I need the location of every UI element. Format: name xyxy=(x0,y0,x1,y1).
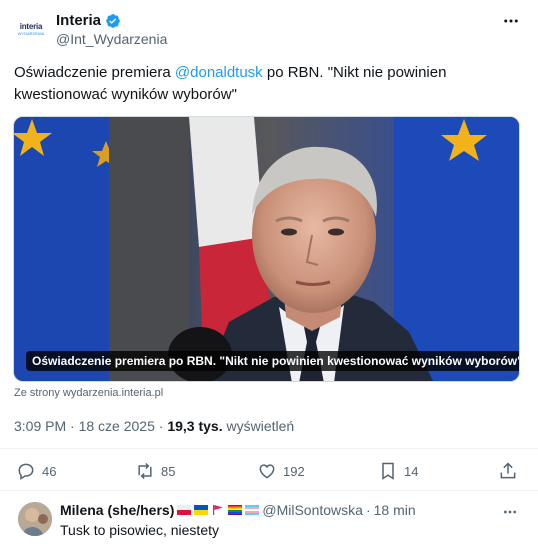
reply-avatar[interactable] xyxy=(18,502,52,536)
action-bar: 46 85 192 14 xyxy=(0,453,538,489)
reply-button[interactable]: 46 xyxy=(16,461,56,481)
bookmark-button[interactable]: 14 xyxy=(378,461,418,481)
ukraine-flag-icon xyxy=(194,505,209,515)
meta-separator: · xyxy=(154,418,168,434)
avatar-logo-subtext: WYDARZENIA xyxy=(17,30,45,36)
views-label: wyświetleń xyxy=(222,418,295,434)
like-count: 192 xyxy=(283,463,305,479)
reply-tweet[interactable]: Milena (she/hers) @MilSontowska · 18 min… xyxy=(0,494,538,544)
reply-count: 46 xyxy=(42,463,57,479)
reply-header: Milena (she/hers) @MilSontowska · 18 min xyxy=(60,502,416,518)
link-card-image[interactable]: Oświadczenie premiera po RBN. "Nikt nie … xyxy=(13,116,520,382)
meta-separator: · xyxy=(66,418,79,434)
more-options-icon[interactable] xyxy=(502,504,518,520)
tweet-text: Oświadczenie premiera @donaldtusk po RBN… xyxy=(14,62,514,106)
repost-icon xyxy=(138,462,152,480)
author-avatar[interactable]: interia WYDARZENIA xyxy=(12,10,50,48)
reply-author-name[interactable]: Milena (she/hers) xyxy=(60,502,174,518)
reply-text: Tusk to pisowiec, niestety xyxy=(60,522,219,538)
bookmark-icon xyxy=(382,462,394,480)
repost-button[interactable]: 85 xyxy=(135,461,175,481)
mention-link[interactable]: @donaldtusk xyxy=(175,64,263,81)
red-flag-icon xyxy=(213,505,224,515)
photo-illustration xyxy=(14,117,519,381)
share-button[interactable] xyxy=(498,461,518,481)
like-button[interactable]: 192 xyxy=(257,461,305,481)
author-name-row[interactable]: Interia xyxy=(56,12,121,29)
tweet-time[interactable]: 3:09 PM xyxy=(14,418,66,434)
transgender-flag-icon xyxy=(245,505,260,515)
reply-time[interactable]: 18 min xyxy=(374,502,416,518)
verified-badge-icon xyxy=(106,13,120,28)
bookmark-count: 14 xyxy=(404,463,419,479)
tweet-meta: 3:09 PM · 18 cze 2025 · 19,3 tys. wyświe… xyxy=(14,418,294,434)
tweet-text-start: Oświadczenie premiera xyxy=(14,64,175,81)
rainbow-flag-icon xyxy=(228,505,243,515)
reply-author-handle[interactable]: @MilSontowska xyxy=(262,502,363,518)
reply-separator: · xyxy=(365,502,371,518)
poland-flag-icon xyxy=(177,505,192,515)
heart-icon xyxy=(259,464,275,479)
repost-count: 85 xyxy=(161,463,176,479)
divider xyxy=(0,490,538,491)
tweet-header: interia WYDARZENIA Interia @Int_Wydarzen… xyxy=(0,0,538,60)
author-name[interactable]: Interia xyxy=(56,12,101,29)
tweet-date[interactable]: 18 cze 2025 xyxy=(79,418,155,434)
reply-icon xyxy=(18,463,34,480)
author-handle[interactable]: @Int_Wydarzenia xyxy=(56,31,167,47)
share-icon xyxy=(500,462,516,479)
link-source[interactable]: Ze strony wydarzenia.interia.pl xyxy=(14,387,163,399)
avatar-logo-text: interia xyxy=(19,21,43,31)
reply-avatar-photo xyxy=(18,502,52,536)
divider xyxy=(0,448,538,449)
more-options-icon[interactable] xyxy=(502,12,520,30)
views-count: 19,3 tys. xyxy=(167,418,223,434)
image-caption: Oświadczenie premiera po RBN. "Nikt nie … xyxy=(26,351,519,371)
